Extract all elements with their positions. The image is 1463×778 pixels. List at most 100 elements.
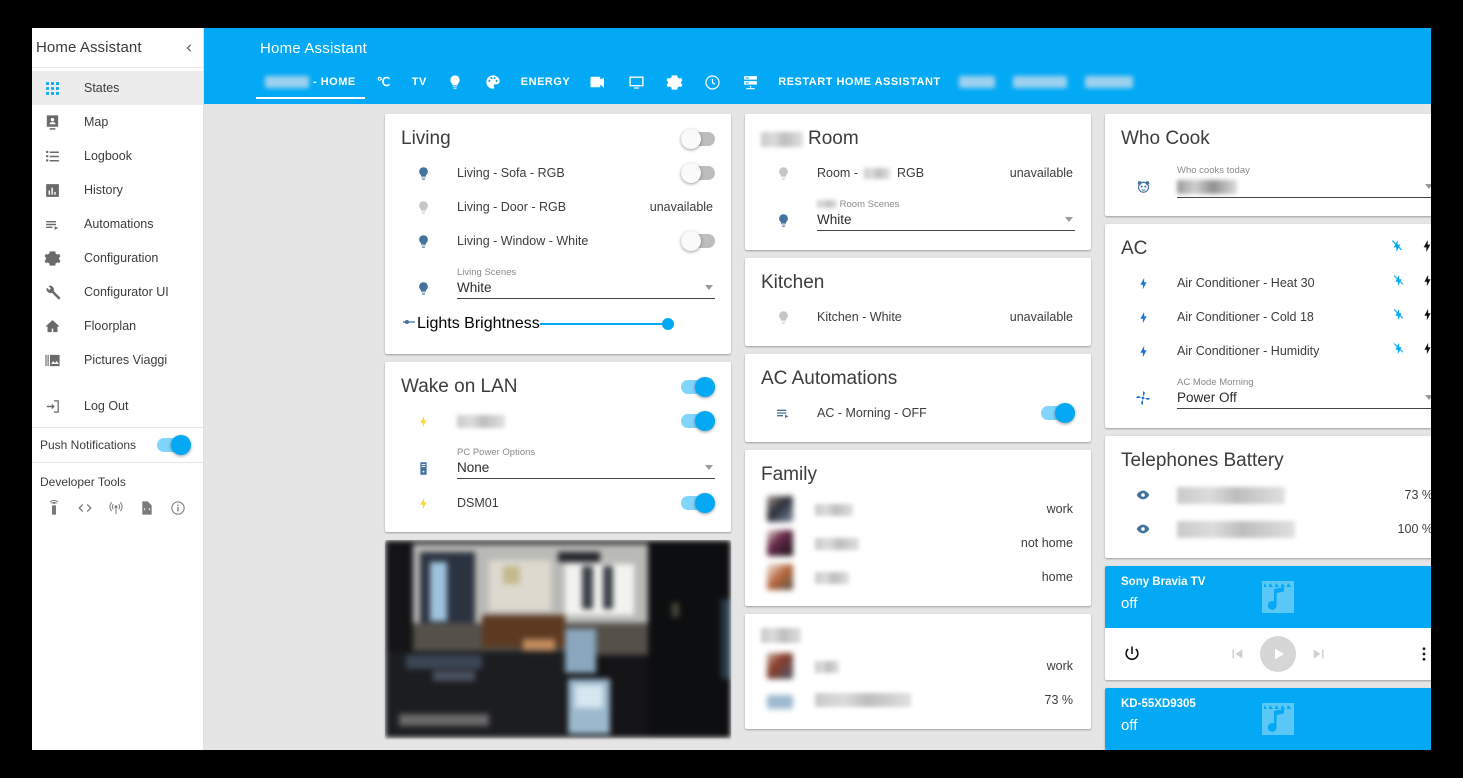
entity-row[interactable]: Living - Window - White bbox=[401, 224, 715, 258]
tab-lights[interactable] bbox=[436, 65, 474, 99]
flash-off-icon[interactable] bbox=[1389, 238, 1405, 260]
sidebar-item-configurator-ui[interactable]: Configurator UI bbox=[32, 275, 203, 309]
card-camera[interactable] bbox=[385, 540, 731, 738]
chevron-down-icon[interactable] bbox=[1065, 217, 1073, 222]
tab-palette[interactable] bbox=[474, 65, 512, 99]
sidebar-item-configuration[interactable]: Configuration bbox=[32, 241, 203, 275]
entity-row[interactable]: Air Conditioner - Heat 30 bbox=[1121, 266, 1431, 300]
information-icon[interactable] bbox=[167, 497, 189, 519]
skip-next-icon[interactable] bbox=[1306, 641, 1332, 667]
tab-blurred-2[interactable] bbox=[1004, 65, 1076, 99]
entity-row[interactable] bbox=[401, 404, 715, 438]
select-label-text: Room Scenes bbox=[839, 199, 900, 210]
entity-row[interactable]: work bbox=[761, 492, 1075, 526]
entity-toggle[interactable] bbox=[681, 163, 715, 183]
entity-state: work bbox=[1046, 659, 1073, 673]
chevron-left-icon[interactable] bbox=[179, 38, 199, 58]
blurred-text bbox=[761, 628, 801, 643]
chevron-down-icon[interactable] bbox=[705, 465, 713, 470]
play-icon[interactable] bbox=[1260, 636, 1296, 672]
ac-mode-morning-row[interactable]: AC Mode Morning Power Off bbox=[1121, 368, 1431, 416]
header-tabs: - HOME ℃ TV ENERGY RESTART HOME ASSISTAN… bbox=[204, 65, 1431, 99]
media-player-state: off bbox=[1121, 595, 1138, 612]
entity-row[interactable]: home bbox=[761, 560, 1075, 594]
entity-row[interactable]: Air Conditioner - Cold 18 bbox=[1121, 300, 1431, 334]
living-header-toggle[interactable] bbox=[681, 129, 715, 149]
sidebar-item-floorplan[interactable]: Floorplan bbox=[32, 309, 203, 343]
flash-icon[interactable] bbox=[1420, 341, 1431, 361]
push-notifications-toggle[interactable] bbox=[157, 435, 191, 455]
media-player-name: KD-55XD9305 bbox=[1121, 698, 1196, 710]
push-notifications-row[interactable]: Push Notifications bbox=[32, 427, 203, 463]
tab-home[interactable]: - HOME bbox=[256, 65, 365, 99]
entity-row[interactable]: Room - RGB unavailable bbox=[761, 156, 1075, 190]
entity-row[interactable]: Kitchen - White unavailable bbox=[761, 300, 1075, 334]
entity-row[interactable]: work bbox=[761, 649, 1075, 683]
chart-box-icon bbox=[40, 178, 64, 202]
flash-icon[interactable] bbox=[1420, 307, 1431, 327]
code-tags-icon[interactable] bbox=[74, 497, 96, 519]
sidebar-item-automations[interactable]: Automations bbox=[32, 207, 203, 241]
entity-state: unavailable bbox=[1009, 310, 1073, 324]
entity-toggle[interactable] bbox=[681, 411, 715, 431]
tab-temperature[interactable]: ℃ bbox=[365, 65, 403, 99]
entity-row[interactable]: Living - Sofa - RGB bbox=[401, 156, 715, 190]
entity-row[interactable]: 73 % bbox=[761, 683, 1075, 717]
blurred-text bbox=[958, 76, 995, 88]
tab-blurred-1[interactable] bbox=[950, 65, 1004, 99]
flash-off-icon[interactable] bbox=[1391, 341, 1406, 361]
pc-power-options-row[interactable]: PC Power Options None bbox=[401, 438, 715, 486]
flash-off-icon[interactable] bbox=[1391, 307, 1406, 327]
flash-icon[interactable] bbox=[1420, 273, 1431, 293]
entity-row[interactable]: 100 % bbox=[1121, 512, 1431, 546]
camera-feed-image[interactable] bbox=[385, 540, 731, 738]
brightness-slider[interactable] bbox=[539, 318, 674, 330]
sidebar-item-states[interactable]: States bbox=[32, 71, 203, 105]
broadcast-icon[interactable] bbox=[105, 497, 127, 519]
lights-brightness-row[interactable]: Lights Brightness bbox=[401, 306, 715, 342]
entity-state: home bbox=[1041, 570, 1073, 584]
media-player-header[interactable]: KD-55XD9305 off bbox=[1105, 688, 1431, 750]
tab-tv[interactable]: TV bbox=[403, 65, 436, 99]
power-icon[interactable] bbox=[1119, 641, 1145, 667]
chevron-down-icon[interactable] bbox=[705, 285, 713, 290]
room-scenes-select-row[interactable]: Room Scenes White bbox=[761, 190, 1075, 238]
tab-settings[interactable] bbox=[655, 65, 693, 99]
entity-toggle[interactable] bbox=[681, 231, 715, 251]
chevron-down-icon[interactable] bbox=[1425, 395, 1431, 400]
wol-header-toggle[interactable] bbox=[681, 377, 715, 397]
entity-row[interactable]: Living - Door - RGB unavailable bbox=[401, 190, 715, 224]
tab-energy[interactable]: ENERGY bbox=[512, 65, 579, 99]
entity-toggle[interactable] bbox=[1041, 403, 1075, 423]
entity-row[interactable]: 73 % bbox=[1121, 478, 1431, 512]
select-value: Power Off bbox=[1177, 390, 1237, 405]
remote-icon[interactable] bbox=[43, 497, 65, 519]
entity-row[interactable]: AC - Morning - OFF bbox=[761, 396, 1075, 430]
tab-video[interactable] bbox=[579, 65, 617, 99]
dots-vertical-icon[interactable] bbox=[1411, 641, 1431, 667]
skip-previous-icon[interactable] bbox=[1224, 641, 1250, 667]
flash-icon[interactable] bbox=[1419, 238, 1431, 260]
living-scenes-select-row[interactable]: Living Scenes White bbox=[401, 258, 715, 306]
sidebar-item-logbook[interactable]: Logbook bbox=[32, 139, 203, 173]
sidebar-item-pictures-viaggi[interactable]: Pictures Viaggi bbox=[32, 343, 203, 377]
card-title: Who Cook bbox=[1121, 114, 1431, 156]
media-player-header[interactable]: Sony Bravia TV off bbox=[1105, 566, 1431, 628]
tab-restart-home-assistant[interactable]: RESTART HOME ASSISTANT bbox=[769, 65, 949, 99]
tab-monitor[interactable] bbox=[617, 65, 655, 99]
sidebar-item-history[interactable]: History bbox=[32, 173, 203, 207]
entity-row[interactable]: DSM01 bbox=[401, 486, 715, 520]
entity-row[interactable]: not home bbox=[761, 526, 1075, 560]
tab-clock[interactable] bbox=[693, 65, 731, 99]
sidebar-item-log-out[interactable]: Log Out bbox=[32, 389, 203, 423]
file-code-icon[interactable] bbox=[136, 497, 158, 519]
sidebar-item-map[interactable]: Map bbox=[32, 105, 203, 139]
chevron-down-icon[interactable] bbox=[1425, 183, 1431, 189]
card-title: Room bbox=[761, 114, 1075, 156]
flash-off-icon[interactable] bbox=[1391, 273, 1406, 293]
who-cooks-today-row[interactable]: Who cooks today bbox=[1121, 156, 1431, 204]
tab-blurred-3[interactable] bbox=[1076, 65, 1142, 99]
entity-row[interactable]: Air Conditioner - Humidity bbox=[1121, 334, 1431, 368]
entity-toggle[interactable] bbox=[681, 493, 715, 513]
tab-server[interactable] bbox=[731, 65, 769, 99]
